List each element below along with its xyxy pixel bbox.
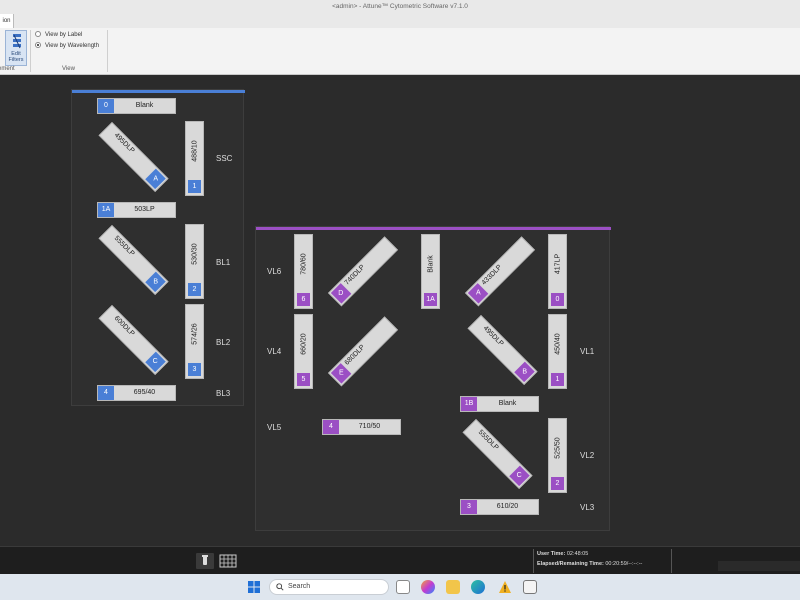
detector-vl2: VL2	[580, 451, 595, 460]
copilot-icon[interactable]	[421, 580, 435, 594]
filter-position-number: 1A	[424, 293, 437, 306]
filter-violet-5[interactable]: 660/20 5	[294, 314, 313, 389]
filter-label: 610/20	[496, 503, 519, 510]
filter-position-number: 1B	[461, 397, 477, 411]
view-by-wavelength-text: View by Wavelength	[45, 43, 100, 49]
detector-bl3: BL3	[216, 389, 231, 398]
detector-vl1: VL1	[580, 347, 595, 356]
view-by-label-text: View by Label	[45, 32, 83, 38]
filter-blue-1[interactable]: 488/10 1	[185, 121, 204, 196]
filter-violet-1a[interactable]: Blank 1A	[421, 234, 440, 309]
filter-blue-4[interactable]: 4 695/40	[97, 385, 176, 401]
filter-label: 695/40	[133, 389, 156, 396]
window-title-bar: <admin> - Attune™ Cytometric Software v7…	[0, 0, 800, 14]
edit-filters-label: Edit Filters	[8, 51, 24, 63]
filter-label: 450/40	[554, 333, 561, 355]
filter-violet-1[interactable]: 450/40 1	[548, 314, 567, 389]
attune-app-icon[interactable]	[523, 580, 537, 594]
view-by-label-radio[interactable]: View by Label	[35, 30, 82, 40]
detector-vl5: VL5	[267, 423, 282, 432]
filter-violet-4[interactable]: 4 710/50	[322, 419, 401, 435]
windows-start-icon[interactable]	[247, 580, 261, 594]
filter-label: 530/30	[191, 243, 198, 265]
filter-violet-0[interactable]: 417LP 0	[548, 234, 567, 309]
filter-label: 417LP	[554, 254, 561, 275]
detector-ssc: SSC	[216, 154, 233, 163]
status-bar: User Time: 02:48:05 Elapsed/Remaining Ti…	[0, 546, 800, 574]
filter-violet-1b[interactable]: 1B Blank	[460, 396, 539, 412]
detector-bl2: BL2	[216, 338, 231, 347]
status-separator	[533, 549, 534, 573]
detector-vl6: VL6	[267, 267, 282, 276]
filter-position-number: 1A	[98, 203, 114, 217]
filter-label: Blank	[427, 255, 434, 273]
ribbon-group-label-left: ement	[0, 66, 15, 72]
filter-stack-icon	[13, 34, 21, 49]
os-taskbar: Search	[0, 574, 800, 600]
detector-vl3: VL3	[580, 503, 595, 512]
window-title: <admin> - Attune™ Cytometric Software v7…	[332, 3, 468, 10]
filter-blue-1a[interactable]: 1A 503LP	[97, 202, 176, 218]
filter-label: 503LP	[134, 206, 155, 213]
taskbar-search-box[interactable]: Search	[269, 579, 389, 595]
ribbon-tab-active[interactable]: ion	[0, 14, 14, 28]
detector-vl4: VL4	[267, 347, 282, 356]
filter-label: Blank	[498, 400, 517, 407]
filter-label: 710/50	[358, 423, 381, 430]
tube-icon[interactable]	[196, 553, 214, 569]
search-placeholder: Search	[288, 583, 311, 590]
filter-label: 525/50	[554, 437, 561, 459]
filter-label: 780/60	[300, 253, 307, 275]
ribbon: EditFilters ement View by Label View by …	[0, 28, 800, 75]
filter-position-number: 4	[323, 420, 339, 434]
search-icon	[276, 583, 284, 591]
filter-position-number: 5	[297, 373, 310, 386]
filter-position-number: 6	[297, 293, 310, 306]
plate-grid-icon[interactable]	[219, 553, 237, 569]
filter-blue-2[interactable]: 530/30 2	[185, 224, 204, 299]
filter-blue-0[interactable]: 0 Blank	[97, 98, 176, 114]
status-progress-area	[718, 561, 800, 571]
filter-position-number: 0	[551, 293, 564, 306]
radio-unselected-icon	[35, 31, 41, 37]
edit-filters-button[interactable]: Edit Filters	[5, 30, 27, 66]
filter-violet-2[interactable]: 525/50 2	[548, 418, 567, 493]
ribbon-separator	[107, 30, 108, 72]
filter-position-number: 4	[98, 386, 114, 400]
view-by-wavelength-radio[interactable]: View by Wavelength	[35, 41, 99, 51]
warning-app-icon[interactable]	[498, 580, 512, 594]
detector-bl1: BL1	[216, 258, 231, 267]
filter-violet-6[interactable]: 780/60 6	[294, 234, 313, 309]
elapsed-time-readout: Elapsed/Remaining Time: 00:20:59/--:--:-…	[537, 561, 643, 567]
filter-label: 488/10	[191, 140, 198, 162]
ribbon-group-label-view: View	[62, 66, 75, 72]
filter-position-number: 2	[188, 283, 201, 296]
blue-laser-bar	[72, 90, 245, 93]
edge-browser-icon[interactable]	[471, 580, 485, 594]
filter-position-number: 3	[461, 500, 477, 514]
filter-position-number: 0	[98, 99, 114, 113]
filter-label: 574/26	[191, 323, 198, 345]
filter-label: 660/20	[300, 333, 307, 355]
file-explorer-icon[interactable]	[446, 580, 460, 594]
filter-position-number: 2	[551, 477, 564, 490]
filter-violet-3[interactable]: 3 610/20	[460, 499, 539, 515]
filter-label: Blank	[135, 102, 154, 109]
ribbon-separator	[30, 30, 31, 72]
ribbon-tab-strip: ion	[0, 14, 800, 28]
status-separator	[671, 549, 672, 573]
task-view-icon[interactable]	[396, 580, 410, 594]
filter-position-number: 3	[188, 363, 201, 376]
filter-blue-3[interactable]: 574/26 3	[185, 304, 204, 379]
user-time-readout: User Time: 02:48:05	[537, 551, 589, 557]
radio-selected-icon	[35, 42, 41, 48]
filter-position-number: 1	[188, 180, 201, 193]
violet-laser-bar	[256, 227, 611, 230]
filter-position-number: 1	[551, 373, 564, 386]
